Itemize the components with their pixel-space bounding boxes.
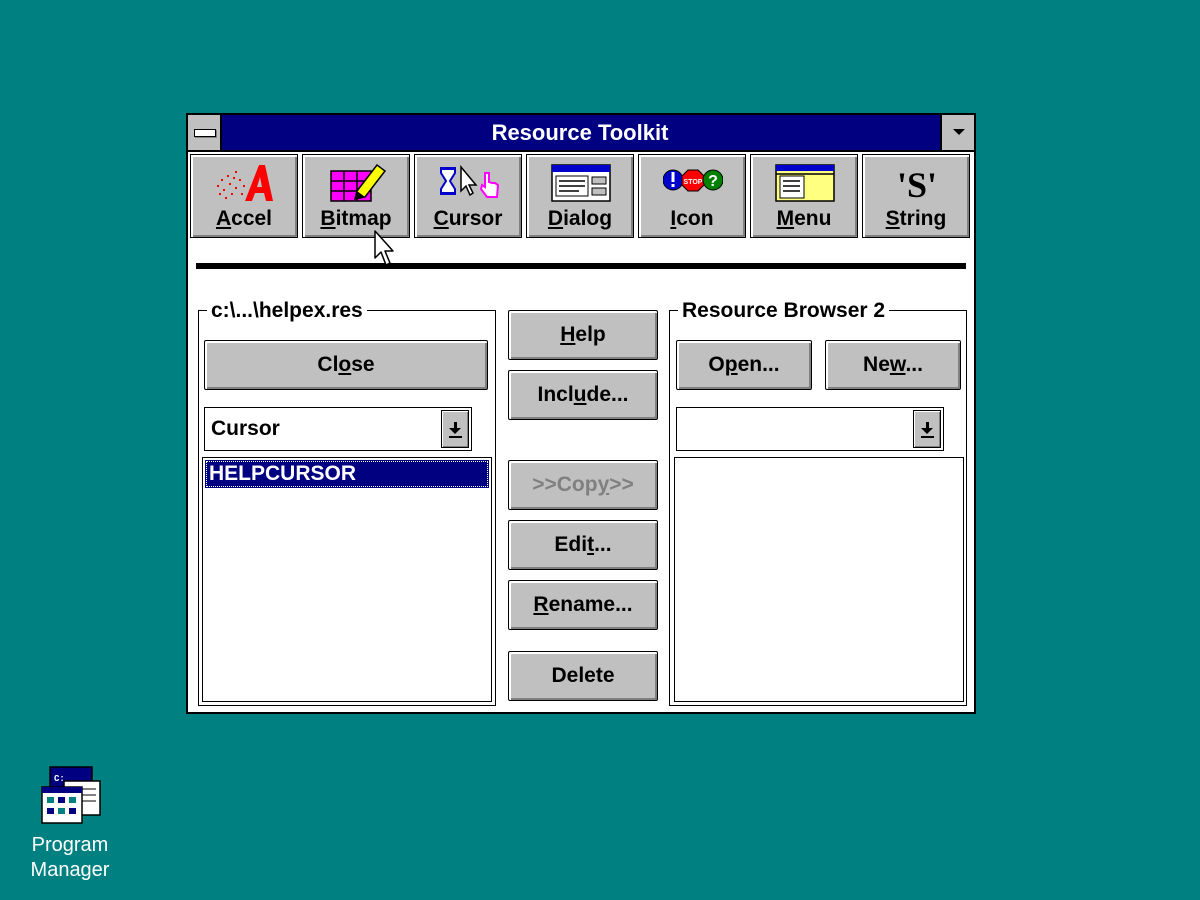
svg-text:C:: C: xyxy=(54,774,65,784)
rename-button[interactable]: Rename... xyxy=(508,580,658,630)
bitmap-icon xyxy=(330,163,387,202)
bitmap-label: Bitmap xyxy=(320,207,392,230)
accel-icon xyxy=(217,165,273,201)
right-type-combo[interactable] xyxy=(676,407,944,451)
left-group-title: c:\...\helpex.res xyxy=(207,299,367,323)
cursor-label: Cursor xyxy=(433,207,503,230)
dialog-label: Dialog xyxy=(547,207,613,230)
left-resource-list[interactable]: HELPCURSOR xyxy=(202,457,492,702)
string-icon: 'S' xyxy=(897,165,937,203)
menu-label: Menu xyxy=(776,207,832,230)
program-manager-label-line2: Manager xyxy=(30,859,110,881)
dropdown-arrow-base xyxy=(449,436,462,438)
list-item[interactable]: HELPCURSOR xyxy=(205,460,489,488)
program-manager-label: Program Manager xyxy=(22,833,118,883)
dialog-button[interactable]: Dialog xyxy=(526,154,634,238)
system-menu-button[interactable] xyxy=(188,115,222,150)
minimize-button[interactable] xyxy=(940,115,974,150)
program-manager-desktop-icon[interactable]: C: Program Manager xyxy=(22,765,122,885)
icon-button[interactable]: STOP ? Icon xyxy=(638,154,746,238)
close-button[interactable]: Close xyxy=(204,340,488,390)
program-manager-icon: C: xyxy=(41,766,101,824)
dialog-icon xyxy=(551,164,611,202)
mouse-pointer-icon xyxy=(374,230,394,266)
menu-icon xyxy=(775,164,835,202)
cursor-icon xyxy=(440,164,499,198)
right-combo-dropdown-button[interactable] xyxy=(913,410,941,448)
menu-button[interactable]: Menu xyxy=(750,154,858,238)
include-button[interactable]: Include... xyxy=(508,370,658,420)
right-resource-list[interactable] xyxy=(674,457,964,702)
help-button[interactable]: Help xyxy=(508,310,658,360)
cursor-button[interactable]: Cursor xyxy=(414,154,522,238)
resource-toolkit-window: Resource Toolkit Accel Bitmap Cursor Dia… xyxy=(186,113,976,714)
svg-text:'S': 'S' xyxy=(897,165,937,203)
left-combo-dropdown-button[interactable] xyxy=(441,410,469,448)
string-label: String xyxy=(885,207,947,230)
icon-icon: STOP ? xyxy=(663,169,723,192)
svg-text:STOP: STOP xyxy=(684,179,703,186)
toolbar-separator xyxy=(196,263,966,269)
string-button[interactable]: 'S' String xyxy=(862,154,970,238)
bitmap-button[interactable]: Bitmap xyxy=(302,154,410,238)
edit-button[interactable]: Edit... xyxy=(508,520,658,570)
resource-type-toolbar: Accel Bitmap Cursor Dialog STOP ? Icon M… xyxy=(188,152,974,244)
dropdown-arrow-icon xyxy=(449,428,461,434)
program-manager-label-line1: Program xyxy=(31,834,109,856)
icon-label: Icon xyxy=(670,207,714,230)
minimize-arrow-icon xyxy=(953,129,965,135)
dropdown-arrow-base xyxy=(921,436,934,438)
system-menu-icon xyxy=(194,129,216,137)
open-button[interactable]: Open... xyxy=(676,340,812,390)
window-title: Resource Toolkit xyxy=(491,120,669,145)
right-group-title: Resource Browser 2 xyxy=(678,299,890,323)
left-type-value: Cursor xyxy=(211,417,280,440)
accel-label: Accel xyxy=(215,207,273,230)
accel-button[interactable]: Accel xyxy=(190,154,298,238)
svg-text:?: ? xyxy=(708,173,718,190)
delete-button[interactable]: Delete xyxy=(508,651,658,701)
title-bar[interactable]: Resource Toolkit xyxy=(188,115,974,152)
new-button[interactable]: New... xyxy=(825,340,961,390)
copy-button[interactable]: >>Copy>> xyxy=(508,460,658,510)
left-type-combo[interactable]: Cursor xyxy=(204,407,472,451)
dropdown-arrow-icon xyxy=(921,428,933,434)
